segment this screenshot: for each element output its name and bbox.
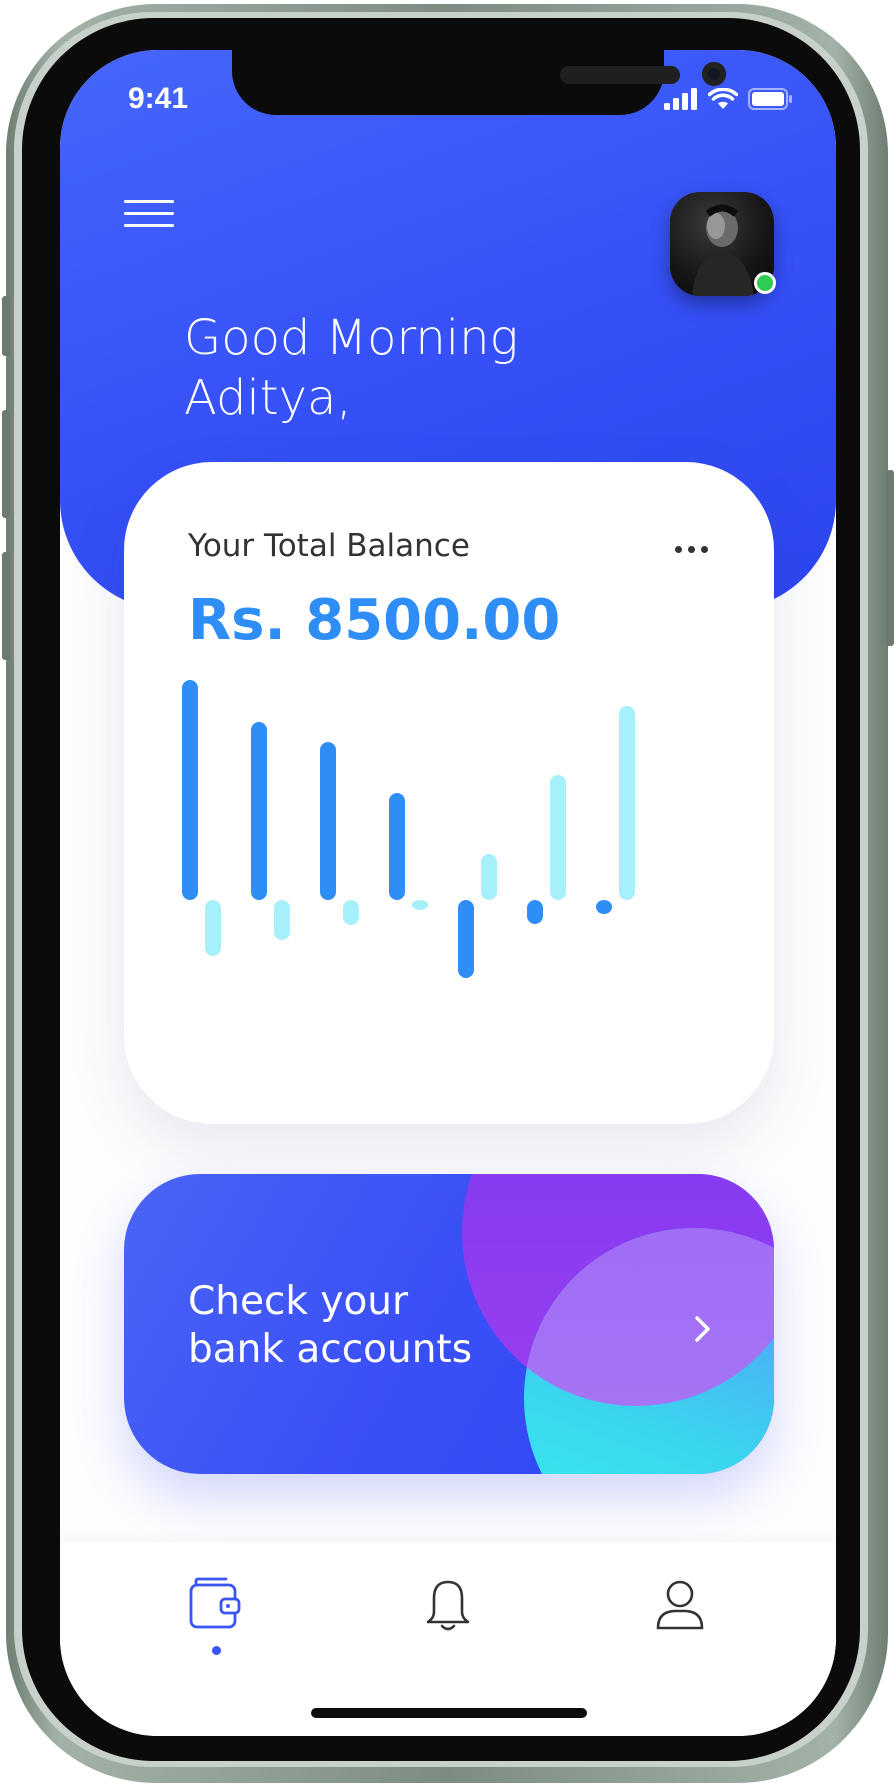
status-icons	[664, 88, 794, 110]
decor-circle-overlap	[524, 1228, 774, 1474]
chart-bar-series2-2	[274, 900, 290, 940]
chart-bar-series2-4	[412, 900, 428, 910]
wallet-icon	[189, 1577, 241, 1629]
chart-bar-series1-1	[182, 680, 198, 900]
bank-card-line-2: bank accounts	[188, 1327, 473, 1372]
wifi-icon	[708, 88, 738, 109]
bank-card-line-1: Check your	[188, 1279, 409, 1324]
earpiece-speaker	[560, 66, 680, 84]
nav-item-notifications[interactable]	[418, 1576, 478, 1636]
bank-accounts-card[interactable]: Check your bank accounts	[124, 1174, 774, 1474]
mute-switch	[2, 296, 10, 356]
home-indicator[interactable]	[311, 1708, 587, 1718]
chart-bar-series2-1	[205, 900, 221, 956]
chevron-right-icon[interactable]	[692, 1314, 714, 1344]
balance-card[interactable]: Your Total Balance Rs. 8500.00	[124, 462, 774, 1124]
hamburger-menu-icon[interactable]	[124, 200, 174, 234]
front-camera	[702, 62, 726, 86]
chart-bar-series2-7	[619, 706, 635, 900]
greeting-user-name: Aditya,	[184, 370, 352, 426]
chart-bar-series1-7	[596, 900, 612, 914]
bank-card-text: Check your bank accounts	[188, 1278, 472, 1374]
notch	[232, 50, 726, 115]
balance-bar-chart	[182, 680, 635, 978]
bell-icon	[426, 1580, 470, 1631]
active-tab-indicator	[212, 1646, 221, 1655]
volume-down-button	[2, 552, 10, 660]
chart-bar-series2-3	[343, 900, 359, 925]
greeting-line-1: Good Morning	[184, 310, 519, 366]
chart-bar-series2-6	[550, 775, 566, 900]
nav-item-profile[interactable]	[650, 1576, 710, 1636]
chart-bar-series2-5	[481, 854, 497, 900]
user-icon	[656, 1580, 704, 1630]
volume-up-button	[2, 410, 10, 518]
app-screen: 9:41 Good Morning Aditya, Your Total Bal…	[60, 50, 836, 1736]
chart-bar-series1-6	[527, 900, 543, 924]
chart-bar-series1-5	[458, 900, 474, 978]
power-button	[886, 470, 894, 646]
online-status-dot	[754, 272, 776, 294]
battery-icon	[748, 88, 792, 110]
chart-bar-series1-3	[320, 742, 336, 900]
cellular-signal-icon	[664, 88, 697, 110]
chart-bar-series1-4	[389, 793, 405, 900]
nav-item-wallet[interactable]	[186, 1576, 246, 1636]
greeting: Good Morning Aditya,	[184, 308, 518, 428]
chart-bar-series1-2	[251, 722, 267, 900]
status-time: 9:41	[128, 82, 189, 115]
bottom-navigation	[60, 1542, 836, 1736]
